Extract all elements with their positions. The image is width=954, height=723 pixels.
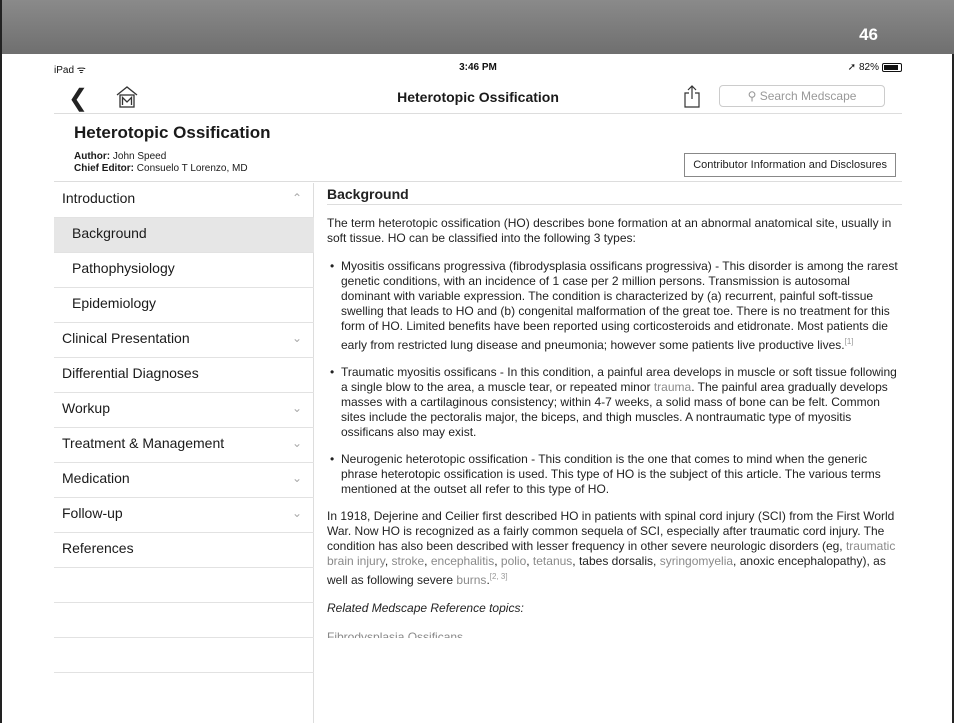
types-list: Myositis ossificans progressiva (fibrody… (327, 259, 902, 497)
status-time: 3:46 PM (459, 62, 497, 73)
sidebar-item-follow-up[interactable]: Follow-up ⌄ (54, 498, 314, 533)
trauma-link[interactable]: trauma (654, 380, 691, 394)
sidebar-toc: Introduction ⌃ Background Pathophysiology… (54, 183, 314, 723)
related-topic-link[interactable]: Fibrodysplasia Ossificans (327, 630, 902, 638)
page-number: 46 (859, 25, 878, 44)
sidebar-item-differential-diagnoses[interactable]: Differential Diagnoses (54, 358, 314, 393)
slide: 46 iPad ᯤ 3:46 PM ➚ 82% ❮ Heterotopic Os… (0, 0, 954, 723)
sidebar-item-medication[interactable]: Medication ⌄ (54, 463, 314, 498)
sidebar-item-epidemiology[interactable]: Epidemiology (54, 288, 314, 323)
sidebar-item-clinical-presentation[interactable]: Clinical Presentation ⌄ (54, 323, 314, 358)
burns-link[interactable]: burns (456, 573, 486, 587)
editor-line: Chief Editor: Consuelo T Lorenzo, MD (74, 163, 248, 174)
sidebar-item-background[interactable]: Background (54, 218, 314, 253)
search-placeholder: Search Medscape (759, 89, 857, 103)
encephalitis-link[interactable]: encephalitis (431, 554, 494, 568)
article-title: Heterotopic Ossification (74, 123, 271, 142)
sidebar-item-pathophysiology[interactable]: Pathophysiology (54, 253, 314, 288)
section-title: Background (327, 183, 902, 205)
chevron-down-icon: ⌄ (291, 506, 302, 520)
chevron-down-icon: ⌄ (291, 471, 302, 485)
ios-status-bar: iPad ᯤ 3:46 PM ➚ 82% (54, 58, 902, 78)
related-topics-heading: Related Medscape Reference topics: (327, 601, 524, 615)
reference-link[interactable]: [2, 3] (490, 572, 508, 581)
share-button[interactable] (683, 84, 701, 108)
chevron-up-icon: ⌃ (291, 191, 302, 205)
syringomyelia-link[interactable]: syringomyelia (660, 554, 733, 568)
article-header: Heterotopic Ossification Author: John Sp… (54, 120, 902, 182)
battery-icon (882, 63, 902, 72)
share-icon (684, 85, 700, 108)
polio-link[interactable]: polio (501, 554, 526, 568)
nav-bar: ❮ Heterotopic Ossification ⚲ Search Meds… (54, 80, 902, 114)
chevron-down-icon: ⌄ (291, 401, 302, 415)
sidebar-item-introduction[interactable]: Introduction ⌃ (54, 183, 314, 218)
list-item: Myositis ossificans progressiva (fibrody… (327, 259, 902, 353)
stroke-link[interactable]: stroke (391, 554, 424, 568)
author-line: Author: John Speed (74, 151, 167, 162)
sidebar-item-workup[interactable]: Workup ⌄ (54, 393, 314, 428)
slide-header-bar: 46 (2, 0, 954, 54)
status-right: ➚ 82% (848, 62, 902, 73)
location-icon: ➚ (847, 62, 856, 73)
chevron-down-icon: ⌄ (291, 436, 302, 450)
search-input[interactable]: ⚲ Search Medscape (719, 85, 885, 107)
list-item: Traumatic myositis ossificans - In this … (327, 365, 902, 440)
search-icon: ⚲ (747, 89, 757, 103)
battery-percent: 82% (858, 62, 879, 73)
sidebar-item-references[interactable]: References (54, 533, 314, 568)
sidebar-empty-row (54, 568, 314, 603)
sidebar-item-treatment[interactable]: Treatment & Management ⌄ (54, 428, 314, 463)
chevron-down-icon: ⌄ (291, 331, 302, 345)
sidebar-empty-row (54, 638, 314, 673)
history-paragraph: In 1918, Dejerine and Ceilier first desc… (327, 509, 896, 587)
contributor-info-button[interactable]: Contributor Information and Disclosures (684, 153, 896, 177)
reference-link[interactable]: [1] (845, 337, 854, 346)
intro-paragraph: The term heterotopic ossification (HO) d… (327, 216, 892, 245)
sidebar-empty-row (54, 603, 314, 638)
list-item: Neurogenic heterotopic ossification - Th… (327, 452, 902, 497)
article-content: Background The term heterotopic ossifica… (327, 183, 902, 723)
tetanus-link[interactable]: tetanus (533, 554, 572, 568)
